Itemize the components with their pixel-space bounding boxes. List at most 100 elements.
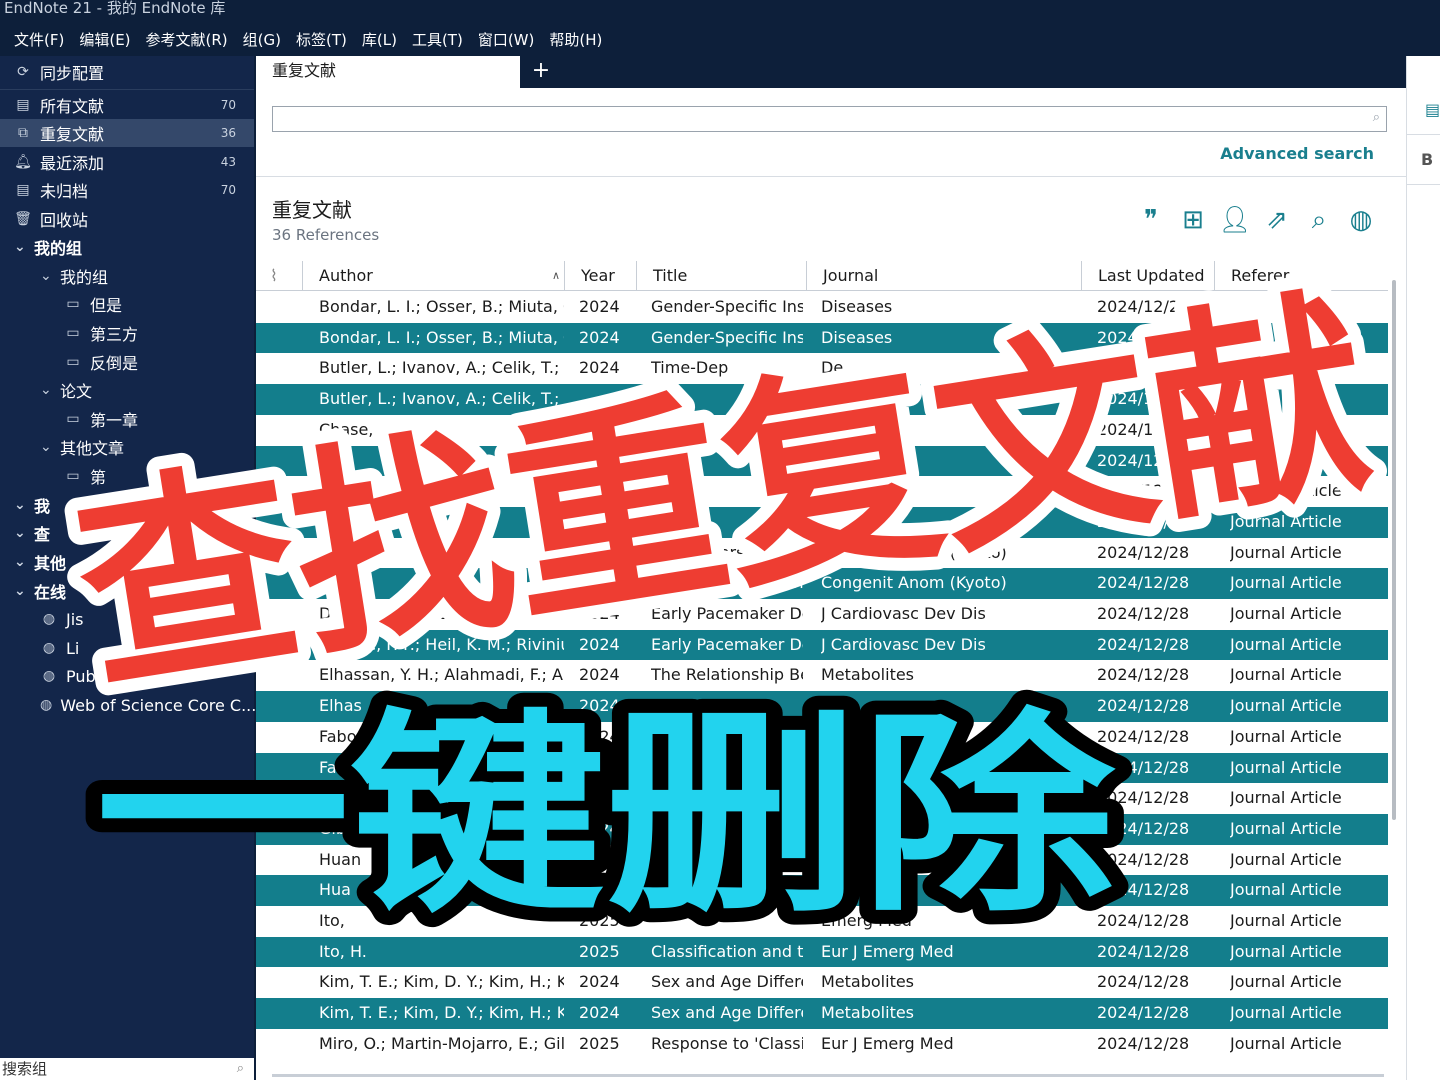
quote-icon[interactable]: ❞ — [1130, 202, 1172, 238]
cell-title: Time-Dep — [651, 358, 729, 378]
sidebar-group[interactable]: ▭ 第 — [0, 462, 254, 490]
globe-icon: ◍ — [42, 611, 56, 627]
clipboard-add-icon[interactable]: ⊞ — [1172, 202, 1214, 238]
table-row[interactable]: Butler, L.; Ivanov, A.; Celik, T.; Kar..… — [256, 353, 1388, 385]
table-row[interactable]: Elhassan, Y. H.; Alahmadi, F.; Alba... 20… — [256, 660, 1388, 692]
search-icon: ⌕ — [236, 1061, 244, 1076]
menu-groups[interactable]: 组(G) — [243, 29, 281, 50]
table-row[interactable]: es 2024/12/28 Journal Article — [256, 506, 1388, 538]
cell-updated: 2024/12/28 — [1097, 788, 1190, 808]
table-row[interactable]: cy Kinesiol 2024/12/ — [256, 445, 1388, 477]
chevron-down-icon: ⌄ — [14, 583, 26, 599]
column-last-updated[interactable]: Last Updated — [1081, 261, 1214, 291]
group-header-collapsed[interactable]: ⌄ 我 — [0, 491, 254, 519]
cell-author: Cruz — [319, 573, 356, 593]
online-source-wos[interactable]: ◍ Web of Science Core C... — [0, 691, 256, 719]
table-row[interactable]: Huan 2024 Ca 2024/12/28 Journal Article — [256, 844, 1388, 876]
group-header-online[interactable]: ⌄ 在线 — [0, 577, 254, 605]
sidebar-item-duplicates[interactable]: ⧉ 重复文献 36 — [0, 119, 254, 147]
online-source[interactable]: ◍ Li — [0, 634, 254, 662]
export-icon[interactable]: ⇗ — [1256, 202, 1298, 238]
add-user-icon[interactable]: 👤︎ — [1214, 202, 1256, 238]
cell-type: Journal Article — [1230, 849, 1342, 869]
column-title[interactable]: Title — [636, 261, 806, 291]
reference-panel: ▤ B — [1406, 56, 1440, 1080]
menu-tools[interactable]: 工具(T) — [412, 29, 463, 50]
bold-button[interactable]: B — [1421, 150, 1433, 169]
sidebar-item-all[interactable]: ▤ 所有文献 70 — [0, 91, 254, 119]
table-row[interactable]: 2024 Car 2024/12/28 Journal Article — [256, 783, 1388, 814]
menu-window[interactable]: 窗口(W) — [478, 29, 535, 50]
sidebar-item-recent[interactable]: 🔔︎ 最近添加 43 — [0, 148, 254, 176]
cell-journal: Metabolites — [821, 972, 915, 992]
globe-icon[interactable]: ◍ — [1340, 202, 1382, 238]
table-row[interactable]: Bondar, L. I.; Osser, B.; Miuta, C. C...… — [256, 322, 1388, 354]
sync-config[interactable]: ⟳ 同步配置 — [0, 58, 254, 86]
sidebar-group[interactable]: ▭ 第一章 — [0, 405, 254, 433]
table-row[interactable]: Kim, T. E.; Kim, D. Y.; Kim, H.; Kim,...… — [256, 998, 1388, 1029]
cell-type: Journal Article — [1230, 542, 1342, 562]
menu-file[interactable]: 文件(F) — [14, 29, 64, 50]
clipboard-icon[interactable]: ▤ — [1425, 100, 1440, 119]
column-reference-type[interactable]: Referer — [1214, 261, 1388, 291]
sidebar-group[interactable]: ▭ 但是 — [0, 290, 254, 318]
online-source-pubmed[interactable]: ◍ PubMed (NLM) — [0, 662, 254, 690]
cell-updated: 2024/12/ — [1097, 419, 1169, 439]
sidebar-item-unfiled[interactable]: ▤ 未归档 70 — [0, 176, 254, 204]
group-set-other[interactable]: ⌄ 其他文章 — [0, 433, 254, 461]
table-row[interactable]: Elhas 2024 abc 2024/12/28 Journal Article — [256, 691, 1388, 722]
advanced-search-link[interactable]: Advanced search — [1220, 144, 1374, 163]
group-set-thesis[interactable]: ⌄ 论文 — [0, 376, 254, 404]
group-header-find[interactable]: ⌄ 查 — [0, 519, 254, 547]
tab-duplicates[interactable]: 重复文献 — [256, 56, 520, 88]
attachment-column[interactable]: ⌇ — [256, 261, 302, 291]
sidebar-group[interactable]: ▭ 反倒是 — [0, 348, 254, 376]
table-row[interactable]: Fabo 2024 s M 2024/12/28 Journal Article — [256, 721, 1388, 753]
menu-references[interactable]: 参考文献(R) — [146, 29, 228, 50]
cell-title: Risk factors for isola... — [651, 542, 803, 562]
table-row[interactable]: Butler, L.; Ivanov, A.; Celik, T.; Kar De… — [256, 384, 1388, 415]
cell-author: Butler, L.; Ivanov, A.; Celik, T.; Kar — [319, 389, 564, 409]
menu-tags[interactable]: 标签(T) — [296, 29, 347, 50]
table-row[interactable]: Bondar, L. I.; Osser, B.; Miuta, C. C...… — [256, 292, 1388, 323]
duplicate-icon: ⧉ — [18, 125, 28, 141]
group-set-my-groups[interactable]: ⌄ 我的组 — [0, 262, 254, 290]
cell-journal: Car — [821, 788, 849, 808]
column-journal[interactable]: Journal — [806, 261, 1081, 291]
table-row[interactable]: Fab 2024 s M 2024/12/28 Journal Article — [256, 752, 1388, 784]
table-row[interactable]: Ito, 2025 Emerg Med 2024/12/28 Journal Artic… — [256, 906, 1388, 937]
cell-journal: J Cardiovasc Dev Dis — [821, 634, 986, 654]
table-row[interactable]: Cruz, J. Risk factors for isola... Congeni… — [256, 537, 1388, 569]
cell-author: Miro, O.; Martin-Mojarro, E.; Gil, V. — [319, 1033, 564, 1053]
cell-updated: 2024/12/28 — [1097, 757, 1190, 777]
table-row[interactable]: Ito, H. 2025 Classification and tr... Eur J… — [256, 936, 1388, 968]
search-input[interactable]: ⌕ — [272, 106, 1387, 132]
table-row[interactable]: Hua 2024 Ca 2024/12/28 Journal Article — [256, 875, 1388, 906]
sidebar-item-trash[interactable]: 🗑︎ 回收站 — [0, 205, 254, 233]
table-row[interactable]: Miro, O.; Martin-Mojarro, E.; Gil, V. 202… — [256, 1028, 1388, 1060]
column-year[interactable]: Year — [564, 261, 636, 291]
cell-year: 2024 — [579, 327, 620, 347]
table-row[interactable]: Gib 2024 Car 2024/12/28 Journal Article — [256, 813, 1388, 845]
horizontal-scrollbar[interactable] — [272, 1074, 1384, 1077]
group-header-my-groups[interactable]: ⌄ 我的组 — [0, 233, 254, 261]
online-source[interactable]: ◍ Jis — [0, 605, 254, 633]
menu-help[interactable]: 帮助(H) — [549, 29, 602, 50]
sidebar-group[interactable]: ▭ 第三方 — [0, 319, 254, 347]
table-row[interactable]: Kim, T. E.; Kim, D. Y.; Kim, H.; Kim,...… — [256, 967, 1388, 999]
cell-type: Journal Article — [1230, 818, 1342, 838]
table-row[interactable]: es 2024/12/28 Journal Article — [256, 476, 1388, 507]
menu-library[interactable]: 库(L) — [362, 29, 397, 50]
vertical-scrollbar[interactable] — [1392, 280, 1396, 820]
menu-edit[interactable]: 编辑(E) — [79, 29, 130, 50]
group-search-input[interactable]: 搜索组 ⌕ — [0, 1058, 254, 1080]
table-row[interactable]: Darche, F. F.; Heil, K. M.; Rivinius, ..… — [256, 629, 1388, 661]
find-pdf-icon[interactable]: ⌕ — [1298, 202, 1340, 238]
cell-journal: Congenit Anom (Kyoto) — [821, 573, 1007, 593]
group-header-others[interactable]: ⌄ 其他 — [0, 548, 254, 576]
table-row[interactable]: Cruz Risk factors for isola... Congenit An… — [256, 568, 1388, 599]
table-row[interactable]: Chase, S cy ol Kinesiol 2024/12/ — [256, 414, 1388, 446]
column-author[interactable]: Author ∧ — [302, 261, 564, 291]
add-tab-button[interactable]: + — [528, 58, 554, 84]
table-row[interactable]: Darche, F. F.; Heil, K. M.; Rivinius, ..… — [256, 599, 1388, 630]
